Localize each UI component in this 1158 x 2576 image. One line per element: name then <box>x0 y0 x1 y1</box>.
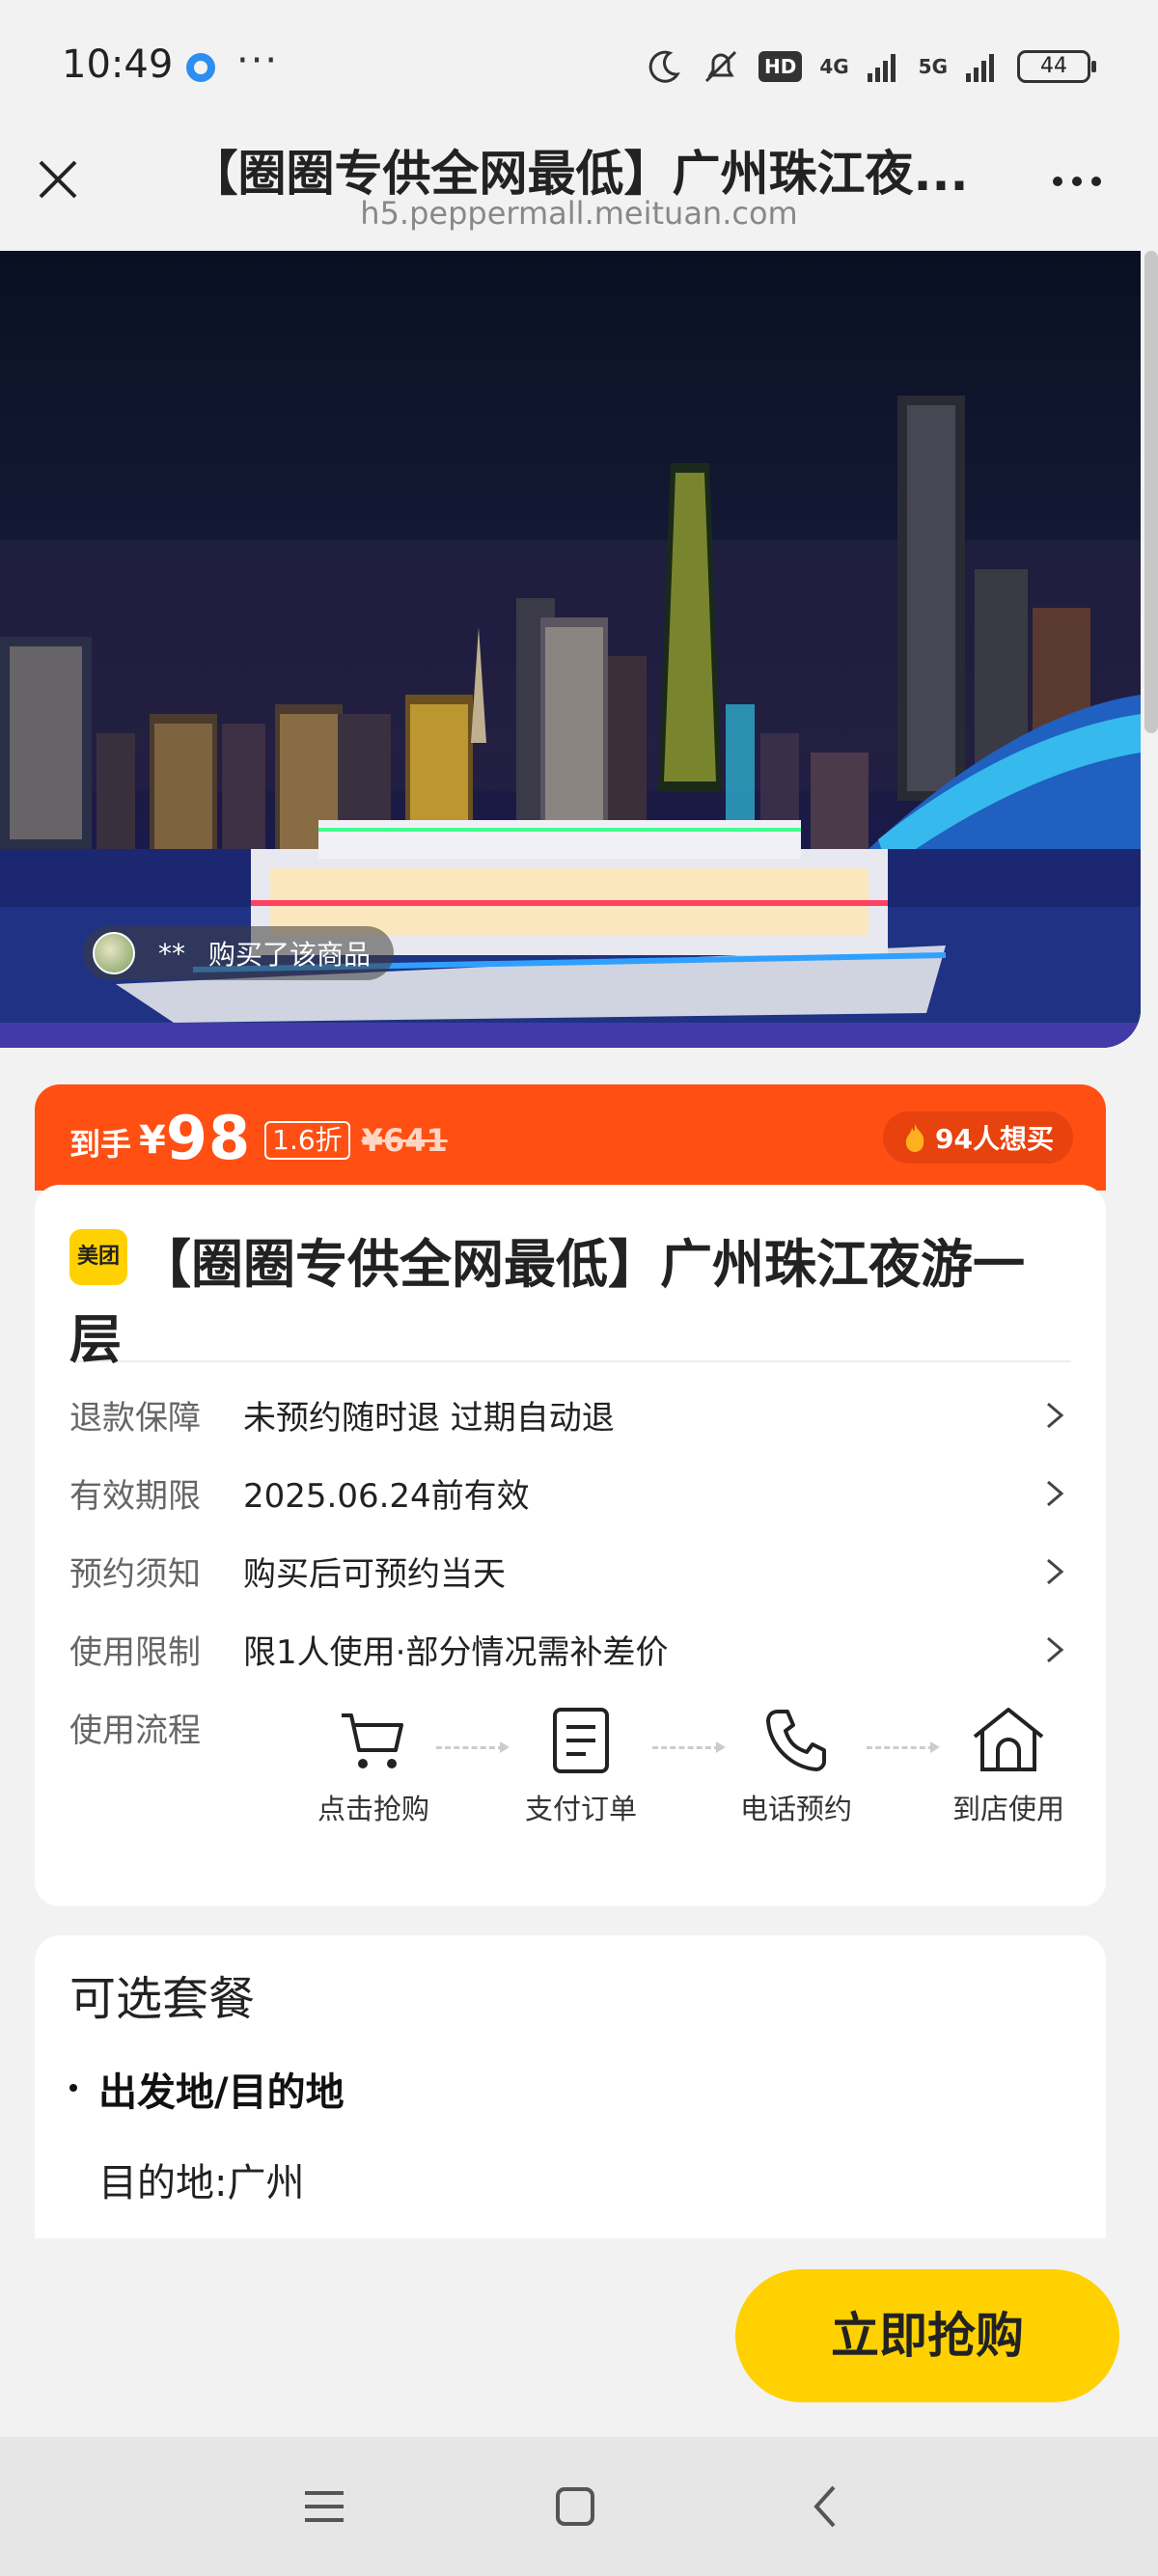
info-value: 2025.06.24前有效 <box>243 1477 530 1516</box>
page-url: h5.peppermall.meituan.com <box>360 195 798 232</box>
action-bar: 立即抢购 <box>0 2238 1158 2437</box>
package-section-heading: 出发地/目的地 <box>69 2061 1071 2117</box>
usage-flow: 使用流程 点击抢购 支付订单 电话预约 到店使用 <box>69 1688 1071 1872</box>
flow-step-label: 点击抢购 <box>317 1793 429 1825</box>
signal-4g-icon <box>867 54 896 82</box>
package-destination: 目的地:广州 <box>98 2161 305 2206</box>
original-price: ¥641 <box>361 1122 448 1159</box>
phone-icon <box>766 1710 826 1771</box>
avatar <box>93 932 135 974</box>
chevron-right-icon <box>1047 1402 1064 1429</box>
price-currency: ¥ <box>139 1118 166 1163</box>
want-count-label: 94人想买 <box>935 1123 1054 1155</box>
buyer-action: 购买了该商品 <box>208 939 372 971</box>
info-value: 购买后可预约当天 <box>243 1555 506 1594</box>
back-icon[interactable] <box>795 2476 857 2537</box>
dot-icon <box>1053 177 1062 186</box>
page-scrollbar[interactable] <box>1144 251 1158 733</box>
flow-step-label: 支付订单 <box>524 1793 637 1825</box>
product-title-row: 美团 【圈圈专供全网最低】广州珠江夜游一层 <box>69 1185 1071 1370</box>
info-label: 有效期限 <box>69 1477 201 1516</box>
status-indicators: HD 4G 5G 44 <box>645 44 1096 89</box>
network-5g-label: 5G <box>918 55 948 78</box>
fire-icon <box>905 1124 924 1152</box>
flow-step-buy: 点击抢购 <box>301 1706 446 1827</box>
flow-step-pay: 支付订单 <box>509 1706 653 1827</box>
store-icon <box>973 1708 1044 1771</box>
status-more-dots: ··· <box>236 39 280 83</box>
hd-badge: HD <box>758 51 803 82</box>
recent-buyer-toast: ** 购买了该商品 <box>83 926 395 980</box>
home-icon[interactable] <box>544 2476 606 2537</box>
status-time: 10:49 <box>62 42 174 87</box>
flow-label: 使用流程 <box>69 1712 201 1750</box>
info-row-refund[interactable]: 退款保障 未预约随时退 过期自动退 <box>69 1376 1071 1454</box>
menu-icon[interactable] <box>293 2476 355 2537</box>
info-row-validity[interactable]: 有效期限 2025.06.24前有效 <box>69 1454 1071 1532</box>
dot-icon <box>1091 177 1101 186</box>
chevron-right-icon <box>1047 1636 1064 1663</box>
package-card: 可选套餐 出发地/目的地 目的地:广州 景点 <box>35 1935 1106 2238</box>
cart-icon <box>342 1713 403 1768</box>
package-title: 可选套餐 <box>69 1972 256 2026</box>
close-icon[interactable] <box>33 154 83 205</box>
status-bar: 10:49 ··· HD 4G 5G 44 <box>0 0 1158 135</box>
more-menu-button[interactable] <box>1048 162 1106 201</box>
flow-arrow <box>867 1741 940 1753</box>
system-nav-bar <box>0 2437 1158 2576</box>
flow-arrow <box>436 1741 510 1753</box>
flow-step-call: 电话预约 <box>724 1706 868 1827</box>
info-list: 退款保障 未预约随时退 过期自动退 有效期限 2025.06.24前有效 预约须… <box>69 1376 1071 1688</box>
info-row-usage-limit[interactable]: 使用限制 限1人使用·部分情况需补差价 <box>69 1610 1071 1688</box>
info-value: 限1人使用·部分情况需补差价 <box>243 1633 669 1672</box>
flow-step-visit: 到店使用 <box>936 1706 1081 1827</box>
browser-app-icon <box>186 53 215 82</box>
mute-bell-icon <box>704 50 737 83</box>
moon-icon <box>648 50 680 83</box>
info-label: 退款保障 <box>69 1399 201 1438</box>
flow-step-label: 电话预约 <box>739 1793 852 1825</box>
discount-badge: 1.6折 <box>264 1121 350 1160</box>
buyer-name: ** <box>158 937 185 970</box>
want-count-badge: 94人想买 <box>883 1111 1073 1164</box>
flow-arrow <box>652 1741 726 1753</box>
info-row-booking[interactable]: 预约须知 购买后可预约当天 <box>69 1532 1071 1610</box>
chevron-right-icon <box>1047 1480 1064 1507</box>
info-value: 未预约随时退 过期自动退 <box>243 1399 615 1438</box>
browser-header: 【圈圈专供全网最低】广州珠江夜... h5.peppermall.meituan… <box>0 135 1158 251</box>
price-value: 98 <box>165 1102 252 1173</box>
battery-indicator: 44 <box>1017 50 1096 83</box>
chevron-right-icon <box>1047 1558 1064 1585</box>
signal-5g-icon <box>966 54 994 82</box>
flow-step-label: 到店使用 <box>951 1793 1064 1825</box>
meituan-logo: 美团 <box>69 1229 127 1285</box>
buy-now-button[interactable]: 立即抢购 <box>735 2269 1119 2402</box>
info-label: 使用限制 <box>69 1633 201 1672</box>
price-banner: 到手 ¥ 98 1.6折 ¥641 94人想买 <box>35 1084 1106 1191</box>
document-icon <box>553 1708 609 1773</box>
network-4g-label: 4G <box>819 55 849 78</box>
info-label: 预约须知 <box>69 1555 201 1594</box>
product-card: 美团 【圈圈专供全网最低】广州珠江夜游一层 退款保障 未预约随时退 过期自动退 … <box>35 1185 1106 1906</box>
product-title: 【圈圈专供全网最低】广州珠江夜游一层 <box>69 1234 1025 1370</box>
dot-icon <box>1072 177 1082 186</box>
price-prefix: 到手 <box>69 1126 132 1163</box>
